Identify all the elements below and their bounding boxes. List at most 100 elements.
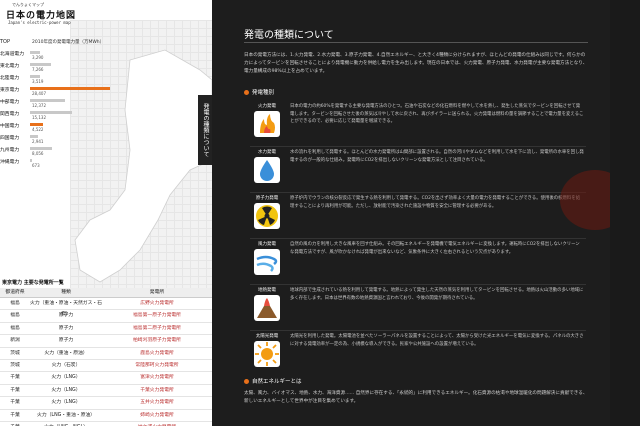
site-header: でんりょくマップ 日本の電力地図 Japan's electric-power … (0, 0, 212, 38)
region-row[interactable]: 中部電力 12,372 (0, 96, 120, 108)
region-row[interactable]: 北海道電力 3,290 (0, 48, 120, 60)
region-bar (30, 63, 51, 66)
region-bar (30, 99, 66, 102)
section2-label: 自然エネルギーとは (252, 379, 302, 385)
cell-plant[interactable]: 柏崎刈羽原子力発電所 (102, 335, 212, 346)
table-row[interactable]: 千葉火力（LNG・NGL）袖ケ浦火力発電所 (0, 422, 212, 426)
header-plant: 発電所 (149, 290, 165, 295)
table-row[interactable]: 福島 原子力 福島第二原子力発電所 (0, 323, 212, 336)
chart-title: 2010年度の発電電力量（万MWh） (32, 40, 105, 45)
power-bar-chart: 北海道電力 3,290 東北電力 7,266 北陸電力 3,519 東京電力 28,407 中部… (0, 48, 120, 168)
cell-plant[interactable]: 鹿島火力発電所 (102, 348, 212, 359)
power-type-name: 水力発電 (258, 150, 276, 155)
water-drop-icon (254, 157, 280, 183)
table-row[interactable]: 新潟 原子力 柏崎刈羽原子力発電所 (0, 335, 212, 348)
region-bar (30, 147, 53, 150)
table-row[interactable]: 千葉 火力（LNG） 千葉火力発電所 (0, 385, 212, 398)
region-name: 関西電力 (0, 112, 20, 117)
renewable-text: 太陽、風力、バイオマス、地熱、水力、海洋資源…… 自然界に存在する、「永続的」に… (244, 391, 588, 404)
cell-prefecture: 千葉 (10, 412, 20, 418)
cell-type: 火力（LNG） (51, 375, 81, 381)
table-row[interactable]: 茨城 火力（石炭） 常陸那珂火力発電所 (0, 360, 212, 373)
map-sidebar: でんりょくマップ 日本の電力地図 Japan's electric-power … (0, 0, 212, 426)
region-name: 沖縄電力 (0, 160, 20, 165)
region-name: 中国電力 (0, 124, 20, 129)
region-name: 九州電力 (0, 148, 20, 153)
plant-list-title: 東京電力 主要な発電所一覧 (2, 280, 64, 286)
power-type-description: 日本の電力の約60%を発電する主要な発電方法のひとつ。石油や石炭などの化石燃料を… (290, 104, 584, 124)
cell-plant[interactable]: 常陸那珂火力発電所 (102, 360, 212, 371)
entry-divider (250, 330, 586, 331)
volcano-icon (254, 295, 280, 321)
power-type-description: 原子炉内でウランの核分裂反応で発生する熱を利用して発電する。CO2を出さず効率よ… (290, 196, 581, 209)
sun-icon (254, 341, 280, 367)
region-name: 北海道電力 (0, 52, 24, 57)
region-name: 四国電力 (0, 136, 20, 141)
region-value: 673 (32, 163, 40, 168)
region-name: 北陸電力 (0, 76, 20, 81)
table-row[interactable]: 千葉 火力（LNG） 五井火力発電所 (0, 397, 212, 410)
section-heading-renewable: 自然エネルギーとは (244, 377, 302, 385)
cell-plant[interactable]: 広野火力発電所 (102, 298, 212, 309)
cell-plant[interactable]: 姉崎火力発電所 (102, 410, 212, 421)
table-row[interactable]: 福島 火力（重油・原油・天然ガス・石炭） 広野火力発電所 (0, 298, 212, 317)
power-type-entry: 太陽光発電 太陽光を利用した発電。太陽電池を並べたソーラーパネルを設置することによ… (250, 333, 586, 377)
cell-prefecture: 千葉 (0, 422, 30, 426)
region-name: 東京電力 (0, 88, 20, 93)
region-row[interactable]: 沖縄電力 673 (0, 156, 120, 168)
entry-divider (250, 192, 586, 193)
table-row[interactable]: 千葉 火力（LNG・重油・原油） 姉崎火力発電所 (0, 410, 212, 422)
cell-prefecture: 千葉 (10, 387, 20, 393)
tab-power-types[interactable]: 発電の種類について (198, 95, 212, 165)
section1-label: 発電種別 (252, 90, 275, 96)
site-subtitle: Japan's electric-power map (8, 20, 71, 25)
top-link[interactable]: TOP (0, 39, 10, 45)
region-row[interactable]: 東北電力 7,266 (0, 60, 120, 72)
region-bar (30, 75, 41, 78)
power-type-name: 地熱発電 (258, 288, 276, 293)
right-edge (610, 0, 640, 426)
cell-type: 火力（LNG） (51, 400, 81, 406)
panel-title: 発電の種類について (244, 30, 334, 41)
cell-plant[interactable]: 福島第一原子力発電所 (102, 310, 212, 321)
region-name: 東北電力 (0, 64, 20, 69)
cell-plant[interactable]: 福島第二原子力発電所 (102, 323, 212, 334)
cell-type: 原子力 (58, 325, 74, 331)
table-row[interactable]: 茨城 火力（重油・原油） 鹿島火力発電所 (0, 348, 212, 360)
title-divider (244, 42, 588, 43)
cell-prefecture: 福島 (10, 325, 20, 331)
cell-plant[interactable]: 千葉火力発電所 (102, 385, 212, 396)
table-row[interactable]: 千葉 火力（LNG） 富津火力発電所 (0, 372, 212, 385)
cell-plant[interactable]: 袖ケ浦火力発電所 (102, 422, 212, 426)
plant-table: 都道府県 種類 発電所 福島 火力（重油・原油・天然ガス・石炭） 広野火力発電所 福島… (0, 288, 212, 426)
header-prefecture: 都道府県 (5, 290, 25, 295)
radiation-icon (254, 203, 280, 229)
region-row[interactable]: 関西電力 15,132 (0, 108, 120, 120)
region-row[interactable]: 中国電力 4,522 (0, 120, 120, 132)
power-type-name: 太陽光発電 (255, 334, 279, 339)
power-type-name: 火力発電 (258, 104, 276, 109)
power-type-description: 太陽光を利用した発電。太陽電池を並べたソーラーパネルを設置することによって、太陽… (290, 334, 584, 347)
cell-prefecture: 千葉 (10, 375, 20, 381)
cell-plant[interactable]: 富津火力発電所 (102, 372, 212, 383)
region-row[interactable]: 四国電力 2,941 (0, 132, 120, 144)
region-row[interactable]: 九州電力 8,056 (0, 144, 120, 156)
cell-type: 火力（重油・原油・天然ガス・石炭） (30, 301, 102, 317)
power-type-description: 地球内部で生成されている熱を利用して発電する。地熱によって発生した天然の蒸気を利… (290, 288, 584, 301)
cell-prefecture: 千葉 (10, 400, 20, 406)
cell-type: 火力（石炭） (51, 362, 81, 368)
power-type-entry: 水力発電 水の流れを利用して発電する。ほとんどの水力発電所は山間部に設置される。自… (250, 149, 586, 193)
power-type-description: 自然の風の力を利用し大きな風車を回す仕組み。その回転エネルギーを発電機で電気エネ… (290, 242, 580, 255)
power-type-entry: 原子力発電 原子炉内でウランの核分裂反応で発生する熱を利用して発電する。CO2を出… (250, 195, 586, 239)
table-row[interactable]: 福島 原子力 福島第一原子力発電所 (0, 310, 212, 323)
region-bar (30, 159, 33, 162)
power-type-name: 風力発電 (258, 242, 276, 247)
cell-prefecture: 福島 (10, 301, 20, 306)
entry-divider (250, 238, 586, 239)
region-row[interactable]: 東京電力 28,407 (0, 84, 120, 96)
wind-icon (254, 249, 280, 275)
region-row[interactable]: 北陸電力 3,519 (0, 72, 120, 84)
cell-plant[interactable]: 五井火力発電所 (102, 397, 212, 408)
region-bar (30, 123, 43, 126)
power-type-entry: 火力発電 日本の電力の約60%を発電する主要な発電方法のひとつ。石油や石炭などの化… (250, 103, 586, 147)
